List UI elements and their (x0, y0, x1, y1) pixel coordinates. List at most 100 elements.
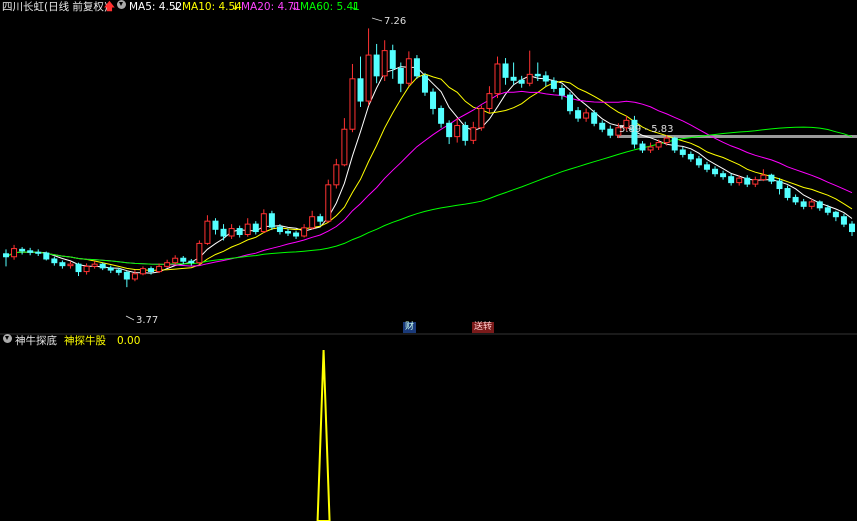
dropdown-icon[interactable] (117, 0, 126, 9)
candle-body[interactable] (373, 54, 380, 77)
candle-body[interactable] (188, 260, 195, 264)
candle-body[interactable] (728, 176, 735, 184)
candle-body[interactable] (11, 248, 18, 258)
candle-body[interactable] (567, 94, 573, 112)
candle-body[interactable] (260, 213, 267, 233)
candle-body[interactable] (510, 76, 517, 81)
candle-body[interactable] (341, 128, 348, 166)
indicator-name[interactable]: 神牛探底 (15, 334, 57, 348)
candle-body[interactable] (67, 263, 74, 267)
candle-body[interactable] (365, 54, 372, 102)
dividend-badge[interactable]: 送转 (472, 322, 495, 333)
candle-body[interactable] (446, 122, 453, 138)
candle-body[interactable] (35, 251, 42, 254)
candle-body[interactable] (75, 263, 82, 273)
candle-body[interactable] (518, 79, 525, 84)
candle-body[interactable] (220, 228, 227, 237)
candle-body[interactable] (148, 268, 155, 273)
candle-body[interactable] (276, 226, 283, 233)
candle-body[interactable] (550, 80, 557, 89)
candle-body[interactable] (107, 267, 114, 271)
candle-body[interactable] (712, 168, 719, 175)
candle-body[interactable] (703, 164, 710, 170)
candle-body[interactable] (430, 91, 437, 109)
candle-body[interactable] (349, 78, 356, 130)
candle-body[interactable] (824, 207, 831, 213)
candle-body[interactable] (389, 50, 396, 69)
candle-body[interactable] (671, 137, 678, 151)
candle-body[interactable] (720, 173, 727, 178)
candle-body[interactable] (156, 265, 163, 273)
candle-body[interactable] (309, 216, 316, 229)
candle-body[interactable] (542, 75, 549, 82)
candle-body[interactable] (91, 263, 98, 267)
candle-body[interactable] (744, 177, 751, 185)
candle-body[interactable] (228, 228, 235, 237)
candle-body[interactable] (59, 262, 66, 267)
candle-body[interactable] (164, 262, 171, 267)
candle-body[interactable] (115, 269, 122, 273)
candle-body[interactable] (27, 250, 34, 253)
candle-body[interactable] (478, 107, 485, 129)
candle-body[interactable] (204, 220, 211, 244)
candle-body[interactable] (687, 153, 694, 160)
candle-body[interactable] (583, 112, 590, 119)
candle-body[interactable] (301, 227, 308, 237)
candle-body[interactable] (494, 63, 501, 95)
candle-body[interactable] (502, 63, 509, 78)
candle-body[interactable] (784, 188, 791, 198)
candle-body[interactable] (212, 220, 219, 230)
candle-body[interactable] (639, 143, 646, 151)
candle-body[interactable] (180, 257, 187, 262)
candle-body[interactable] (51, 258, 58, 264)
candle-body[interactable] (99, 263, 106, 269)
candle-body[interactable] (172, 257, 179, 264)
candle-body[interactable] (655, 142, 662, 148)
candle-body[interactable] (679, 149, 686, 155)
candle-body[interactable] (462, 125, 469, 141)
candle-body[interactable] (131, 273, 138, 280)
candle-body[interactable] (800, 201, 807, 207)
price-chart[interactable]: 7.26 3.77 5.89 - 5.83 (0, 0, 857, 521)
candle-body[interactable] (252, 223, 259, 233)
candle-body[interactable] (663, 137, 670, 144)
candle-body[interactable] (413, 58, 420, 77)
candle-body[interactable] (405, 58, 412, 84)
candle-body[interactable] (526, 73, 533, 84)
candle-body[interactable] (840, 216, 847, 225)
candle-body[interactable] (236, 228, 243, 236)
candle-body[interactable] (695, 158, 702, 166)
candle-body[interactable] (534, 73, 541, 77)
candle-body[interactable] (293, 232, 300, 237)
candle-body[interactable] (575, 110, 582, 119)
candle-body[interactable] (3, 253, 9, 258)
candle-body[interactable] (591, 112, 598, 124)
candle-body[interactable] (357, 78, 364, 102)
candle-body[interactable] (123, 271, 130, 280)
candle-body[interactable] (438, 107, 445, 124)
candle-body[interactable] (752, 179, 759, 185)
candle-body[interactable] (599, 122, 606, 130)
candle-body[interactable] (285, 231, 291, 234)
candle-body[interactable] (776, 180, 783, 190)
candle-body[interactable] (760, 174, 767, 181)
candle-body[interactable] (333, 164, 340, 186)
candle-body[interactable] (558, 87, 565, 96)
candle-body[interactable] (325, 184, 332, 222)
candle-body[interactable] (647, 146, 654, 151)
candle-body[interactable] (268, 213, 275, 228)
indicator-dropdown-icon[interactable] (3, 334, 12, 343)
candle-body[interactable] (397, 67, 404, 84)
candle-body[interactable] (381, 50, 388, 77)
candle-body[interactable] (196, 242, 203, 264)
candle-body[interactable] (832, 211, 839, 218)
finance-badge[interactable]: 财 (403, 322, 417, 333)
candle-body[interactable] (454, 125, 461, 138)
candle-body[interactable] (849, 223, 855, 233)
candle-body[interactable] (139, 268, 146, 275)
candle-body[interactable] (19, 248, 26, 252)
candle-body[interactable] (607, 128, 614, 136)
stock-title[interactable]: 四川长虹(日线 前复权) (2, 0, 108, 14)
candle-body[interactable] (808, 201, 815, 207)
candle-body[interactable] (792, 196, 799, 203)
